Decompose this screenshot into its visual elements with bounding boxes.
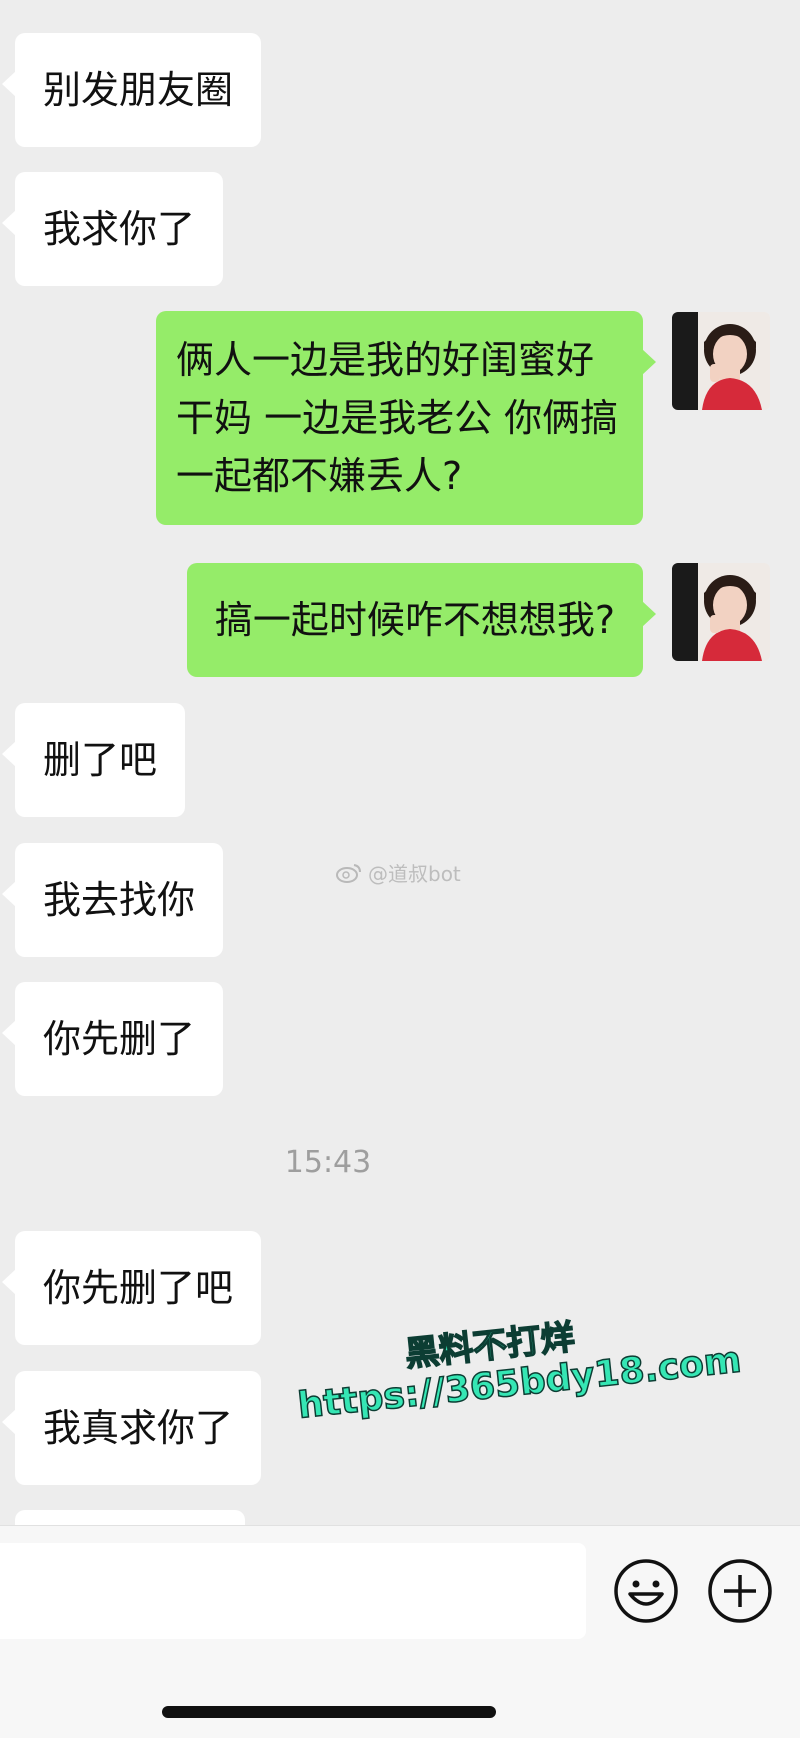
watermark-text: @道叔bot: [368, 862, 461, 886]
message-timestamp: 15:43: [284, 1145, 372, 1180]
outgoing-message-bubble[interactable]: 搞一起时候咋不想想我?: [186, 563, 657, 677]
incoming-message-bubble[interactable]: 别发朋友圈: [1, 33, 262, 147]
incoming-message-bubble-partial[interactable]: [15, 1510, 245, 1525]
incoming-message-bubble[interactable]: 删了吧: [1, 703, 186, 817]
outgoing-message-bubble[interactable]: 俩人一边是我的好闺蜜好干妈 一边是我老公 你俩搞一起都不嫌丢人?: [156, 311, 656, 525]
incoming-message-bubble[interactable]: 你先删了吧: [1, 1231, 262, 1345]
message-text: 我求你了: [43, 207, 196, 251]
message-list[interactable]: 别发朋友圈 我求你了 俩人一边是我的好闺蜜好干妈 一边是我老公 你俩搞一起都不嫌…: [0, 0, 800, 1525]
chat-screen: 别发朋友圈 我求你了 俩人一边是我的好闺蜜好干妈 一边是我老公 你俩搞一起都不嫌…: [0, 0, 800, 1738]
incoming-message-bubble[interactable]: 我真求你了: [1, 1371, 262, 1485]
message-text: 我真求你了: [43, 1406, 234, 1450]
message-input[interactable]: [0, 1543, 586, 1639]
message-text: 搞一起时候咋不想想我?: [214, 598, 615, 642]
user-avatar[interactable]: [672, 563, 770, 661]
weibo-logo-icon: [336, 863, 361, 883]
message-text: 删了吧: [43, 738, 158, 782]
emoji-face-icon[interactable]: [613, 1558, 679, 1624]
user-avatar[interactable]: [672, 312, 770, 410]
message-text: 俩人一边是我的好闺蜜好干妈 一边是我老公 你俩搞一起都不嫌丢人?: [176, 338, 619, 498]
message-text: 别发朋友圈: [43, 68, 234, 112]
incoming-message-bubble[interactable]: 我求你了: [1, 172, 224, 286]
plus-circle-icon[interactable]: [707, 1558, 773, 1624]
message-text: 你先删了: [43, 1017, 196, 1061]
avatar-portrait-icon: [672, 563, 770, 661]
message-text: 我去找你: [43, 878, 196, 922]
avatar-portrait-icon: [672, 312, 770, 410]
incoming-message-bubble[interactable]: 你先删了: [1, 982, 224, 1096]
input-bar: [0, 1525, 800, 1738]
message-text: 你先删了吧: [43, 1266, 234, 1310]
watermark: @道叔bot: [336, 858, 461, 887]
home-indicator[interactable]: [162, 1706, 496, 1718]
incoming-message-bubble[interactable]: 我去找你: [1, 843, 224, 957]
